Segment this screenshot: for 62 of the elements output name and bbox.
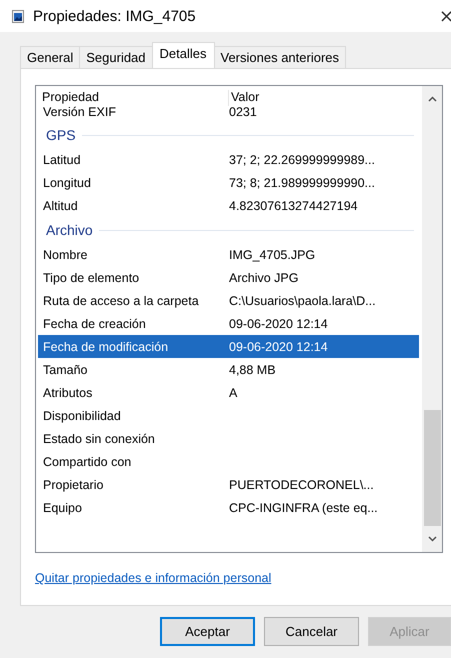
tab[interactable]: Detalles <box>152 42 214 68</box>
list-row[interactable]: Tamaño 4,88 MB <box>38 358 419 381</box>
list-row[interactable]: Fecha de creación 09-06-2020 12:14 <box>38 312 419 335</box>
property-name: Fecha de creación <box>42 316 147 330</box>
list-row[interactable]: Ruta de acceso a la carpeta C:\Usuarios\paola.lara\D... <box>38 289 419 312</box>
property-value: C:\Usuarios\paola.lara\D... <box>229 294 376 308</box>
tab[interactable]: General <box>20 46 80 68</box>
property-value: 09-06-2020 12:14 <box>229 316 328 330</box>
property-value: 73; 8; 21.989999999990... <box>229 176 375 190</box>
property-name: Latitud <box>42 152 82 166</box>
list-row[interactable]: Fecha de modificación 09-06-2020 12:14 <box>38 335 419 358</box>
property-name: Equipo <box>42 500 83 514</box>
dialog-button[interactable]: Aceptar <box>160 617 255 646</box>
property-name: Fecha de modificación <box>42 340 170 354</box>
list-row[interactable]: Altitud 4.82307613274427194 <box>38 194 419 217</box>
list-row[interactable]: Longitud 73; 8; 21.989999999990... <box>38 171 419 194</box>
property-name: Estado sin conexión <box>42 432 156 446</box>
list-row[interactable]: Estado sin conexión <box>38 427 419 450</box>
property-name: Versión EXIF <box>42 106 117 118</box>
list-row[interactable]: Compartido con <box>38 450 419 473</box>
property-value: 09-06-2020 12:14 <box>229 340 328 354</box>
column-header[interactable]: Valor <box>228 90 391 106</box>
tab[interactable]: Versiones anteriores <box>214 46 346 68</box>
scroll-down-icon[interactable] <box>428 536 436 542</box>
tab[interactable]: Seguridad <box>79 46 153 68</box>
property-value: IMG_4705.JPG <box>229 248 316 262</box>
property-name: Propietario <box>42 478 104 492</box>
property-value: 0231 <box>229 106 257 118</box>
column-header[interactable]: Propiedad <box>36 90 228 106</box>
property-name: Altitud <box>42 198 79 212</box>
property-value: CPC-INGINFRA (este eq... <box>229 500 378 514</box>
list-row[interactable]: Atributos A <box>38 381 419 404</box>
dialog-button[interactable]: Cancelar <box>264 617 359 646</box>
property-name: Atributos <box>42 386 94 400</box>
remove-properties-link[interactable]: Quitar propiedades e información personal <box>35 571 272 585</box>
list-row[interactable]: Nombre IMG_4705.JPG <box>38 243 419 266</box>
property-value: 4,88 MB <box>229 362 276 376</box>
property-value: 4.82307613274427194 <box>229 198 358 212</box>
property-name: Compartido con <box>42 454 132 468</box>
property-value: PUERTODECORONEL\... <box>229 478 374 492</box>
list-row[interactable]: Propietario PUERTODECORONEL\... <box>38 473 419 496</box>
list-row[interactable]: Versión EXIF 0231 <box>38 106 419 122</box>
group-header[interactable]: GPS <box>46 127 76 143</box>
image-file-icon <box>12 10 24 22</box>
property-name: Tamaño <box>42 362 88 376</box>
list-row[interactable]: Equipo CPC-INGINFRA (este eq... <box>38 496 419 519</box>
group-header[interactable]: Archivo <box>46 222 93 238</box>
list-row[interactable]: Disponibilidad <box>38 404 419 427</box>
property-value: 37; 2; 22.269999999989... <box>229 152 375 166</box>
property-value: Archivo JPG <box>229 270 298 284</box>
scroll-up-icon[interactable] <box>428 96 436 102</box>
list-row[interactable]: Tipo de elemento Archivo JPG <box>38 266 419 289</box>
property-name: Longitud <box>42 176 92 190</box>
scroll-thumb[interactable] <box>424 410 440 526</box>
window-title: Propiedades: IMG_4705 <box>33 8 197 24</box>
property-name: Ruta de acceso a la carpeta <box>42 294 200 308</box>
property-name: Tipo de elemento <box>42 270 140 284</box>
list-row[interactable]: Latitud 37; 2; 22.269999999989... <box>38 148 419 171</box>
property-value: A <box>229 386 238 400</box>
property-name: Disponibilidad <box>42 408 122 422</box>
scroll-bar[interactable] <box>422 86 442 552</box>
property-name: Nombre <box>42 248 88 262</box>
